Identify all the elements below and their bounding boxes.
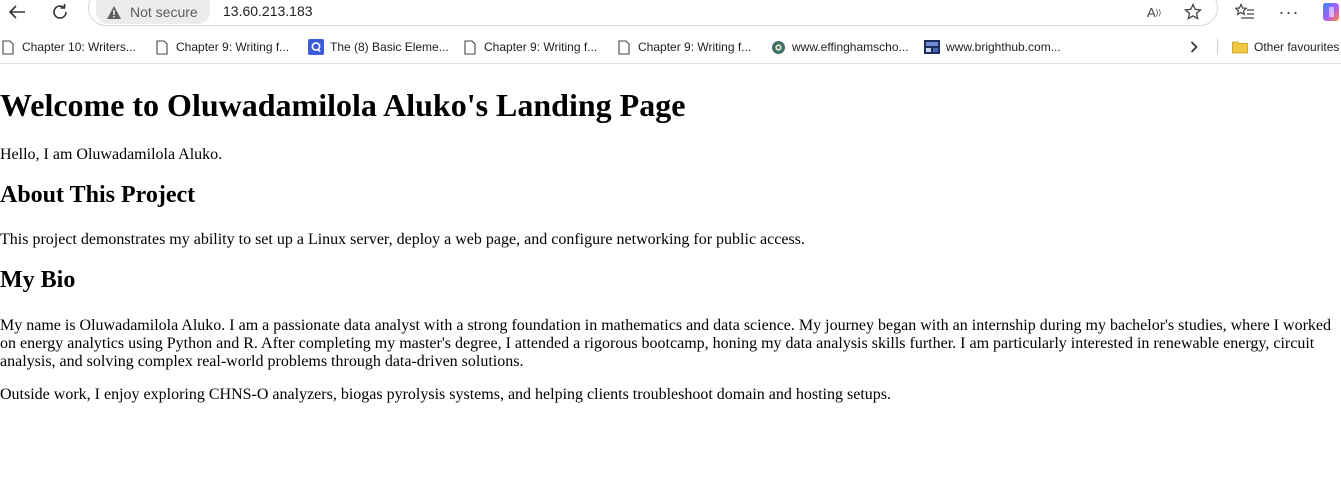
page-icon bbox=[154, 39, 170, 55]
other-favourites-folder[interactable]: Other favourites bbox=[1232, 38, 1339, 56]
bookmark-item[interactable]: Chapter 9: Writing f... bbox=[154, 38, 289, 56]
back-arrow-icon bbox=[8, 5, 25, 19]
site-image-icon bbox=[924, 39, 940, 55]
bookmark-item[interactable]: Chapter 10: Writers... bbox=[0, 38, 136, 56]
back-button[interactable] bbox=[2, 0, 32, 24]
refresh-icon bbox=[53, 4, 67, 19]
more-options-icon[interactable]: ··· bbox=[1277, 0, 1301, 24]
page-icon bbox=[616, 39, 632, 55]
url-text[interactable]: 13.60.213.183 bbox=[223, 3, 313, 19]
bio-text: My name is Oluwadamilola Aluko. I am a p… bbox=[0, 317, 1331, 370]
bookmark-label: www.effinghamscho... bbox=[792, 40, 909, 54]
bookmark-item[interactable]: Chapter 9: Writing f... bbox=[462, 38, 597, 56]
folder-icon bbox=[1232, 39, 1248, 55]
outside-work-text: Outside work, I enjoy exploring CHNS-O a… bbox=[0, 386, 891, 403]
favorite-star-icon[interactable] bbox=[1181, 0, 1205, 24]
security-label: Not secure bbox=[130, 4, 198, 20]
bookmark-label: Chapter 10: Writers... bbox=[22, 40, 136, 54]
about-heading: About This Project bbox=[0, 182, 196, 208]
bookmark-item[interactable]: www.brighthub.com... bbox=[924, 38, 1061, 56]
favorites-list-icon[interactable] bbox=[1233, 0, 1257, 24]
security-indicator[interactable]: Not secure bbox=[96, 0, 210, 24]
bookmark-item[interactable]: www.effinghamscho... bbox=[770, 38, 909, 56]
bookmarks-divider bbox=[1217, 39, 1218, 55]
copilot-icon[interactable] bbox=[1320, 0, 1341, 24]
page-title: Welcome to Oluwadamilola Aluko's Landing… bbox=[0, 87, 686, 123]
bookmark-label: Chapter 9: Writing f... bbox=[176, 40, 290, 54]
intro-text: Hello, I am Oluwadamilola Aluko. bbox=[0, 146, 223, 163]
warning-icon bbox=[106, 5, 122, 20]
other-favourites-label: Other favourites bbox=[1254, 40, 1340, 54]
browser-toolbar: Not secure 13.60.213.183 A)) ··· bbox=[0, 0, 1341, 28]
refresh-button[interactable] bbox=[45, 0, 75, 24]
page-icon bbox=[0, 39, 16, 55]
bookmark-label: Chapter 9: Writing f... bbox=[484, 40, 598, 54]
about-text: This project demonstrates my ability to … bbox=[0, 231, 805, 248]
site-q-icon bbox=[308, 39, 324, 55]
globe-icon bbox=[770, 39, 786, 55]
bookmarks-bar: Chapter 10: Writers... Chapter 9: Writin… bbox=[0, 30, 1341, 64]
bookmark-label: The (8) Basic Eleme... bbox=[330, 40, 449, 54]
bookmark-item[interactable]: The (8) Basic Eleme... bbox=[308, 38, 449, 56]
page-icon bbox=[462, 39, 478, 55]
bookmark-label: www.brighthub.com... bbox=[946, 40, 1061, 54]
bookmark-item[interactable]: Chapter 9: Writing f... bbox=[616, 38, 751, 56]
bookmark-label: Chapter 9: Writing f... bbox=[638, 40, 752, 54]
chevron-right-icon[interactable] bbox=[1186, 38, 1202, 56]
bio-heading: My Bio bbox=[0, 267, 76, 293]
read-aloud-icon[interactable]: A)) bbox=[1142, 0, 1166, 24]
